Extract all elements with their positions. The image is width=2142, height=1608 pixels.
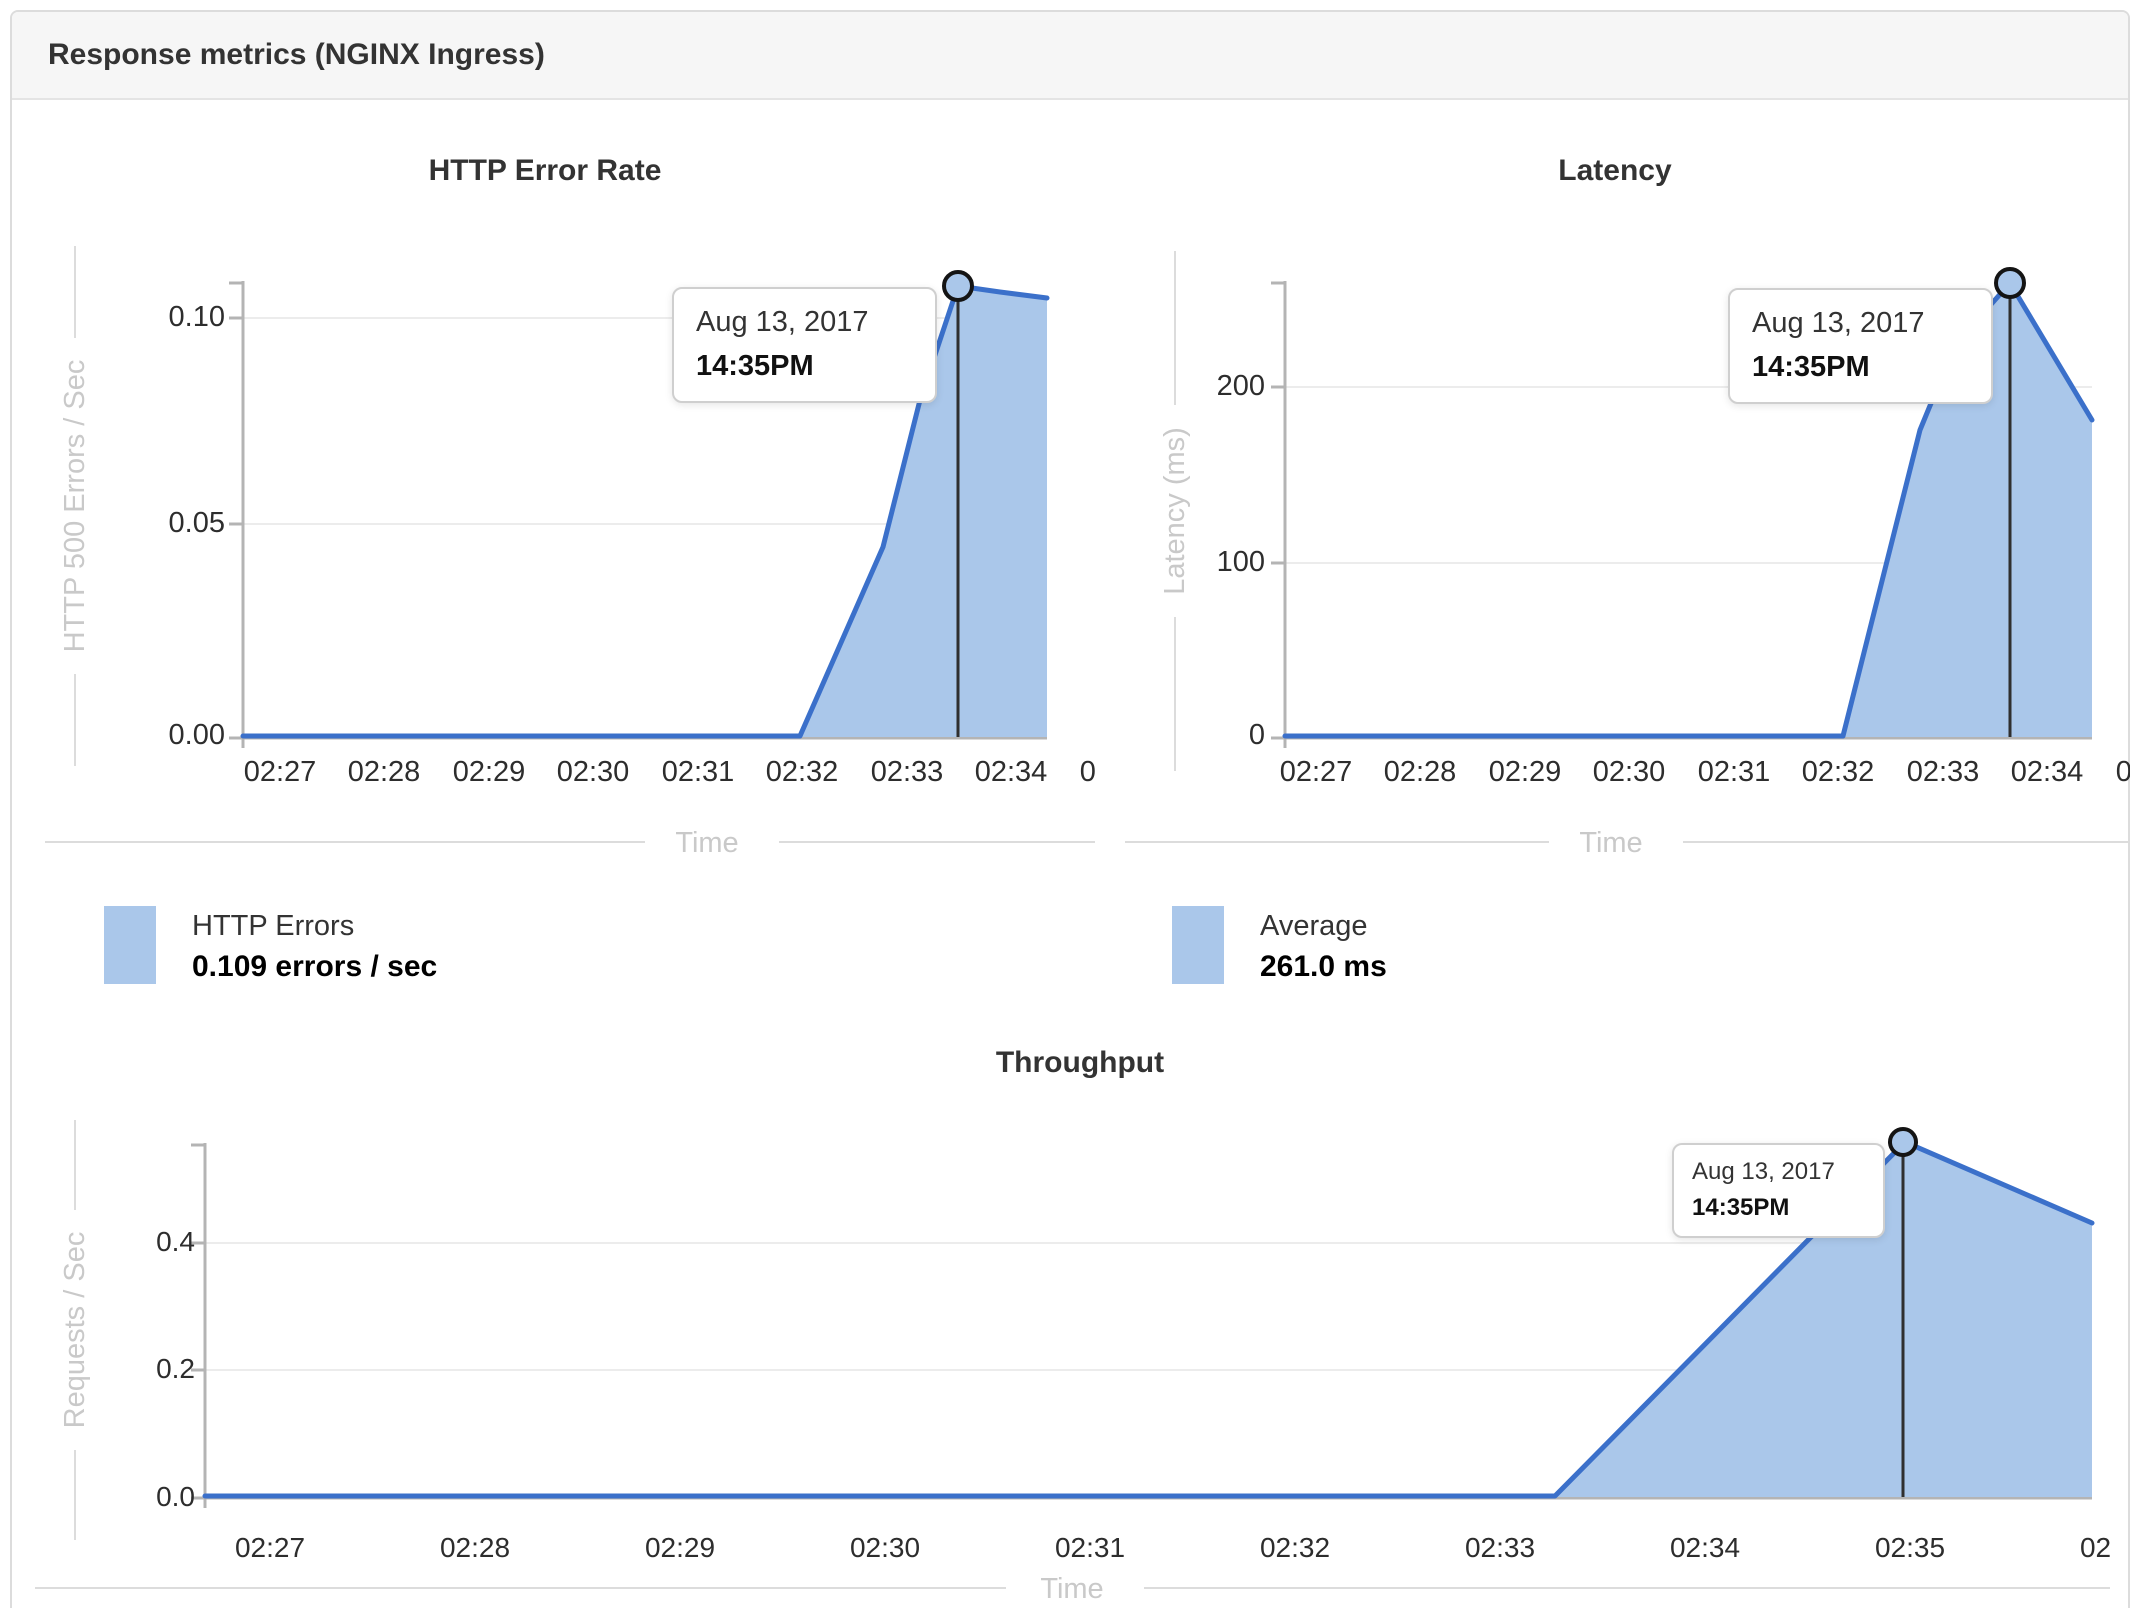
y-axis-title-errors: HTTP 500 Errors / Sec	[55, 246, 95, 766]
tooltip-error-rate: Aug 13, 2017 14:35PM	[672, 287, 937, 403]
x-tick-label: 02:28	[1383, 756, 1457, 788]
x-tick-label: 02:33	[870, 756, 944, 788]
y-axis-title-throughput: Requests / Sec	[55, 1120, 95, 1540]
legend-average-latency: Average 261.0 ms	[1172, 906, 1387, 988]
y-tick-label: 200	[1216, 370, 1265, 402]
x-tick-label: 02:34	[1669, 1532, 1741, 1563]
hover-marker-point[interactable]	[1888, 1127, 1918, 1157]
throughput-plot-canvas[interactable]	[10, 1030, 2110, 1608]
legend-value: 0.109 errors / sec	[192, 950, 438, 983]
x-tick-label: 02:30	[1592, 756, 1666, 788]
x-tick-label: 02:29	[1488, 756, 1562, 788]
page-title: Response metrics (NGINX Ingress)	[48, 38, 545, 71]
y-tick-label: 100	[1216, 546, 1265, 578]
y-tick-label: 0.05	[168, 507, 225, 539]
tooltip-time: 14:35PM	[1752, 351, 1870, 383]
response-metrics-page: Response metrics (NGINX Ingress) HTTP Er…	[0, 0, 2142, 1608]
x-tick-label: 02:32	[1259, 1532, 1331, 1563]
tooltip-time: 14:35PM	[1692, 1194, 1790, 1221]
chart-http-error-rate[interactable]: HTTP Error Rate HTTP 500 Errors / Sec 0.…	[10, 96, 1095, 866]
legend-swatch-average	[1172, 906, 1224, 984]
x-tick-label: 02:33	[1464, 1532, 1536, 1563]
tooltip-date: Aug 13, 2017	[1692, 1158, 1835, 1185]
x-tick-label: 02:33	[1906, 756, 1980, 788]
legend-label: HTTP Errors	[192, 910, 355, 942]
chart-throughput[interactable]: Throughput Requests / Sec 0.4 0.2 0.0 02…	[10, 1030, 2110, 1608]
axis-title-line	[779, 841, 1095, 843]
axis-title-line	[1125, 841, 1549, 843]
tooltip-date: Aug 13, 2017	[696, 306, 869, 338]
x-tick-label: 02:30	[556, 756, 630, 788]
axis-title-line	[74, 246, 76, 338]
chart-title-latency: Latency	[1558, 154, 1672, 187]
x-tick-label: 02:27	[243, 756, 317, 788]
x-tick-label: 02:32	[765, 756, 839, 788]
axis-title-line	[45, 841, 645, 843]
legend-http-errors: HTTP Errors 0.109 errors / sec	[104, 906, 437, 988]
x-tick-label: 02:28	[439, 1532, 511, 1563]
axis-title-line	[35, 1587, 1006, 1589]
legend-value: 261.0 ms	[1260, 950, 1387, 983]
axis-title-line	[1683, 841, 2130, 843]
hover-marker-point[interactable]	[1994, 267, 2026, 299]
legend-label: Average	[1260, 910, 1368, 942]
x-tick-label: 02:31	[661, 756, 735, 788]
x-axis-title-throughput: Time	[1040, 1573, 1104, 1605]
tooltip-throughput: Aug 13, 2017 14:35PM	[1672, 1143, 1885, 1238]
x-tick-label: 02:32	[1801, 756, 1875, 788]
y-tick-label: 0.2	[156, 1353, 195, 1384]
hover-marker-point[interactable]	[942, 270, 974, 302]
x-tick-label: 02:31	[1054, 1532, 1126, 1563]
y-tick-label: 0.0	[156, 1481, 195, 1512]
y-axis-title-latency: Latency (ms)	[1155, 250, 1195, 771]
x-tick-label: 02:27	[234, 1532, 306, 1563]
tooltip-latency: Aug 13, 2017 14:35PM	[1728, 288, 1993, 404]
chart-latency[interactable]: Latency Latency (ms) 200 100 0 02:27 02:…	[1090, 96, 2130, 866]
x-tick-label: 02:34	[974, 756, 1048, 788]
y-tick-label: 0.10	[168, 301, 225, 333]
x-tick-label: 02:34	[2010, 756, 2084, 788]
y-tick-label: 0.4	[156, 1226, 195, 1257]
chart-title-error-rate: HTTP Error Rate	[428, 154, 662, 187]
axis-title-line	[74, 1120, 76, 1210]
x-tick-label: 02:30	[849, 1532, 921, 1563]
axis-title-line	[74, 674, 76, 766]
tooltip-time: 14:35PM	[696, 350, 814, 382]
tooltip-date: Aug 13, 2017	[1752, 307, 1925, 339]
legend-swatch-http-errors	[104, 906, 156, 984]
x-tick-label: 02:35	[1874, 1532, 1946, 1563]
x-axis-title-latency: Time	[1579, 827, 1643, 859]
x-tick-label: 02:31	[1697, 756, 1771, 788]
x-tick-label: 02:29	[452, 756, 526, 788]
x-tick-label: 02:27	[1279, 756, 1353, 788]
x-tick-label: 02:28	[347, 756, 421, 788]
x-tick-label: 02:29	[644, 1532, 716, 1563]
card-header: Response metrics (NGINX Ingress)	[12, 12, 2128, 100]
x-tick-label-clipped: 02:35	[2115, 756, 2130, 788]
axis-title-line	[1144, 1587, 2110, 1589]
x-axis-title-errors: Time	[675, 827, 739, 859]
x-tick-label-clipped: 02:36	[2079, 1532, 2110, 1563]
y-tick-label: 0.00	[168, 719, 225, 751]
y-tick-label: 0	[1248, 719, 1265, 751]
chart-title-throughput: Throughput	[995, 1046, 1165, 1079]
